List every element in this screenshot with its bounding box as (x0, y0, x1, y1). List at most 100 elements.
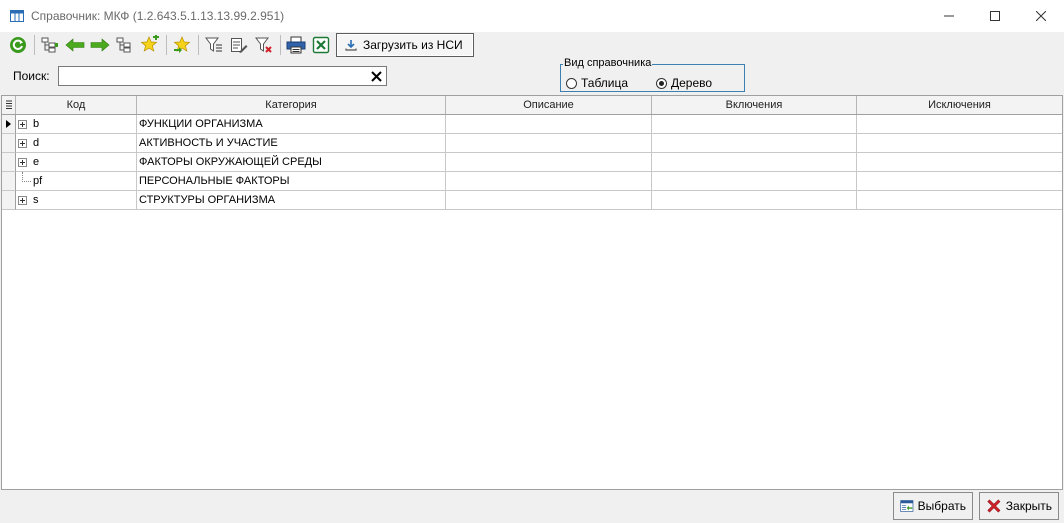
row-indicator (2, 172, 16, 191)
filter-icon (205, 37, 222, 52)
cell-excludes (857, 134, 1062, 153)
minimize-icon (944, 15, 954, 17)
radio-tree[interactable]: Дерево (656, 76, 712, 90)
expand-icon[interactable] (18, 195, 27, 205)
cell-description (446, 172, 652, 191)
expand-icon[interactable] (18, 138, 27, 148)
select-icon (900, 500, 914, 512)
grid-body: b ФУНКЦИИ ОРГАНИЗМА d АКТИВНОСТЬ И УЧАСТ… (2, 115, 1062, 210)
cell-code-text: s (33, 194, 39, 206)
cell-code: d (16, 134, 137, 153)
cell-excludes (857, 172, 1062, 191)
radio-table-indicator (566, 77, 577, 89)
radio-tree-indicator (656, 77, 667, 89)
row-indicator (2, 115, 16, 134)
close-button-label: Закрыть (1005, 499, 1052, 513)
view-type-legend: Вид справочника (563, 57, 653, 69)
clear-x-icon (370, 70, 382, 82)
column-header-code[interactable]: Код (16, 96, 137, 114)
cell-category: ФУНКЦИИ ОРГАНИЗМА (137, 115, 446, 134)
export-excel-button[interactable] (309, 34, 333, 56)
printer-icon (286, 36, 306, 54)
minimize-button[interactable] (926, 0, 972, 32)
maximize-button[interactable] (972, 0, 1018, 32)
close-window-button[interactable] (1018, 0, 1064, 32)
toolbar-separator (198, 35, 199, 55)
cell-description (446, 134, 652, 153)
cell-excludes (857, 115, 1062, 134)
back-button[interactable] (63, 34, 87, 56)
table-row[interactable]: d АКТИВНОСТЬ И УЧАСТИЕ (2, 134, 1062, 153)
refresh-icon (10, 37, 26, 53)
row-indicator (2, 134, 16, 153)
cell-code: e (16, 153, 137, 172)
clear-filter-button[interactable] (252, 34, 276, 56)
column-header-description[interactable]: Описание (446, 96, 652, 114)
tree-move-icon (116, 37, 131, 53)
load-from-nsi-button[interactable]: Загрузить из НСИ (336, 33, 474, 57)
filter-button[interactable] (202, 34, 226, 56)
tree-connector (16, 172, 33, 190)
toolbar-separator (166, 35, 167, 55)
edit-filter-button[interactable] (227, 34, 251, 56)
cell-description (446, 115, 652, 134)
column-chooser-button[interactable] (2, 96, 16, 114)
cell-code: b (16, 115, 137, 134)
forward-button[interactable] (88, 34, 112, 56)
cell-includes (652, 134, 857, 153)
tree-view-button[interactable] (38, 34, 62, 56)
table-row[interactable]: pf ПЕРСОНАЛЬНЫЕ ФАКТОРЫ (2, 172, 1062, 191)
toolbar-separator (280, 35, 281, 55)
cell-category: ФАКТОРЫ ОКРУЖАЮЩЕЙ СРЕДЫ (137, 153, 446, 172)
arrow-right-icon (90, 38, 110, 52)
radio-table[interactable]: Таблица (566, 76, 628, 90)
column-header-includes[interactable]: Включения (652, 96, 857, 114)
cell-code: s (16, 191, 137, 210)
cell-excludes (857, 153, 1062, 172)
cell-code: pf (16, 172, 137, 191)
toolbar: Загрузить из НСИ (0, 32, 1064, 58)
column-header-excludes[interactable]: Исключения (857, 96, 1062, 114)
bottom-bar: Выбрать Закрыть (0, 490, 1064, 523)
close-button[interactable]: Закрыть (979, 492, 1059, 520)
current-row-icon (6, 120, 11, 128)
print-button[interactable] (284, 34, 308, 56)
add-favorite-button[interactable] (138, 34, 162, 56)
column-header-category[interactable]: Категория (137, 96, 446, 114)
excel-icon (312, 36, 330, 54)
cell-category: СТРУКТУРЫ ОРГАНИЗМА (137, 191, 446, 210)
refresh-button[interactable] (6, 34, 30, 56)
select-button[interactable]: Выбрать (893, 492, 973, 520)
cell-excludes (857, 191, 1062, 210)
search-clear-button[interactable] (369, 69, 383, 83)
grid-header: Код Категория Описание Включения Исключе… (2, 96, 1062, 115)
cell-description (446, 191, 652, 210)
cell-description (446, 153, 652, 172)
arrow-left-icon (65, 38, 85, 52)
edit-filter-icon (231, 38, 248, 53)
table-icon (10, 10, 24, 22)
cell-code-text: d (33, 137, 40, 149)
table-row[interactable]: s СТРУКТУРЫ ОРГАНИЗМА (2, 191, 1062, 210)
favorites-button[interactable] (170, 34, 194, 56)
move-button[interactable] (113, 34, 137, 56)
row-indicator (2, 153, 16, 172)
cell-code-text: e (33, 156, 40, 168)
search-label: Поиск: (13, 69, 50, 83)
close-x-icon (987, 499, 1001, 513)
row-indicator (2, 191, 16, 210)
cell-includes (652, 191, 857, 210)
table-row[interactable]: b ФУНКЦИИ ОРГАНИЗМА (2, 115, 1062, 134)
maximize-icon (990, 11, 1000, 21)
search-input[interactable] (59, 67, 364, 85)
tree-list-icon (41, 37, 58, 53)
cell-category: АКТИВНОСТЬ И УЧАСТИЕ (137, 134, 446, 153)
expand-icon[interactable] (18, 157, 27, 167)
table-row[interactable]: e ФАКТОРЫ ОКРУЖАЮЩЕЙ СРЕДЫ (2, 153, 1062, 172)
search-box (58, 66, 387, 86)
title-bar: Справочник: МКФ (1.2.643.5.1.13.13.99.2.… (0, 0, 1064, 32)
expand-icon[interactable] (18, 119, 27, 129)
cell-code-text: b (33, 118, 40, 130)
cell-includes (652, 172, 857, 191)
clear-filter-icon (255, 37, 272, 53)
